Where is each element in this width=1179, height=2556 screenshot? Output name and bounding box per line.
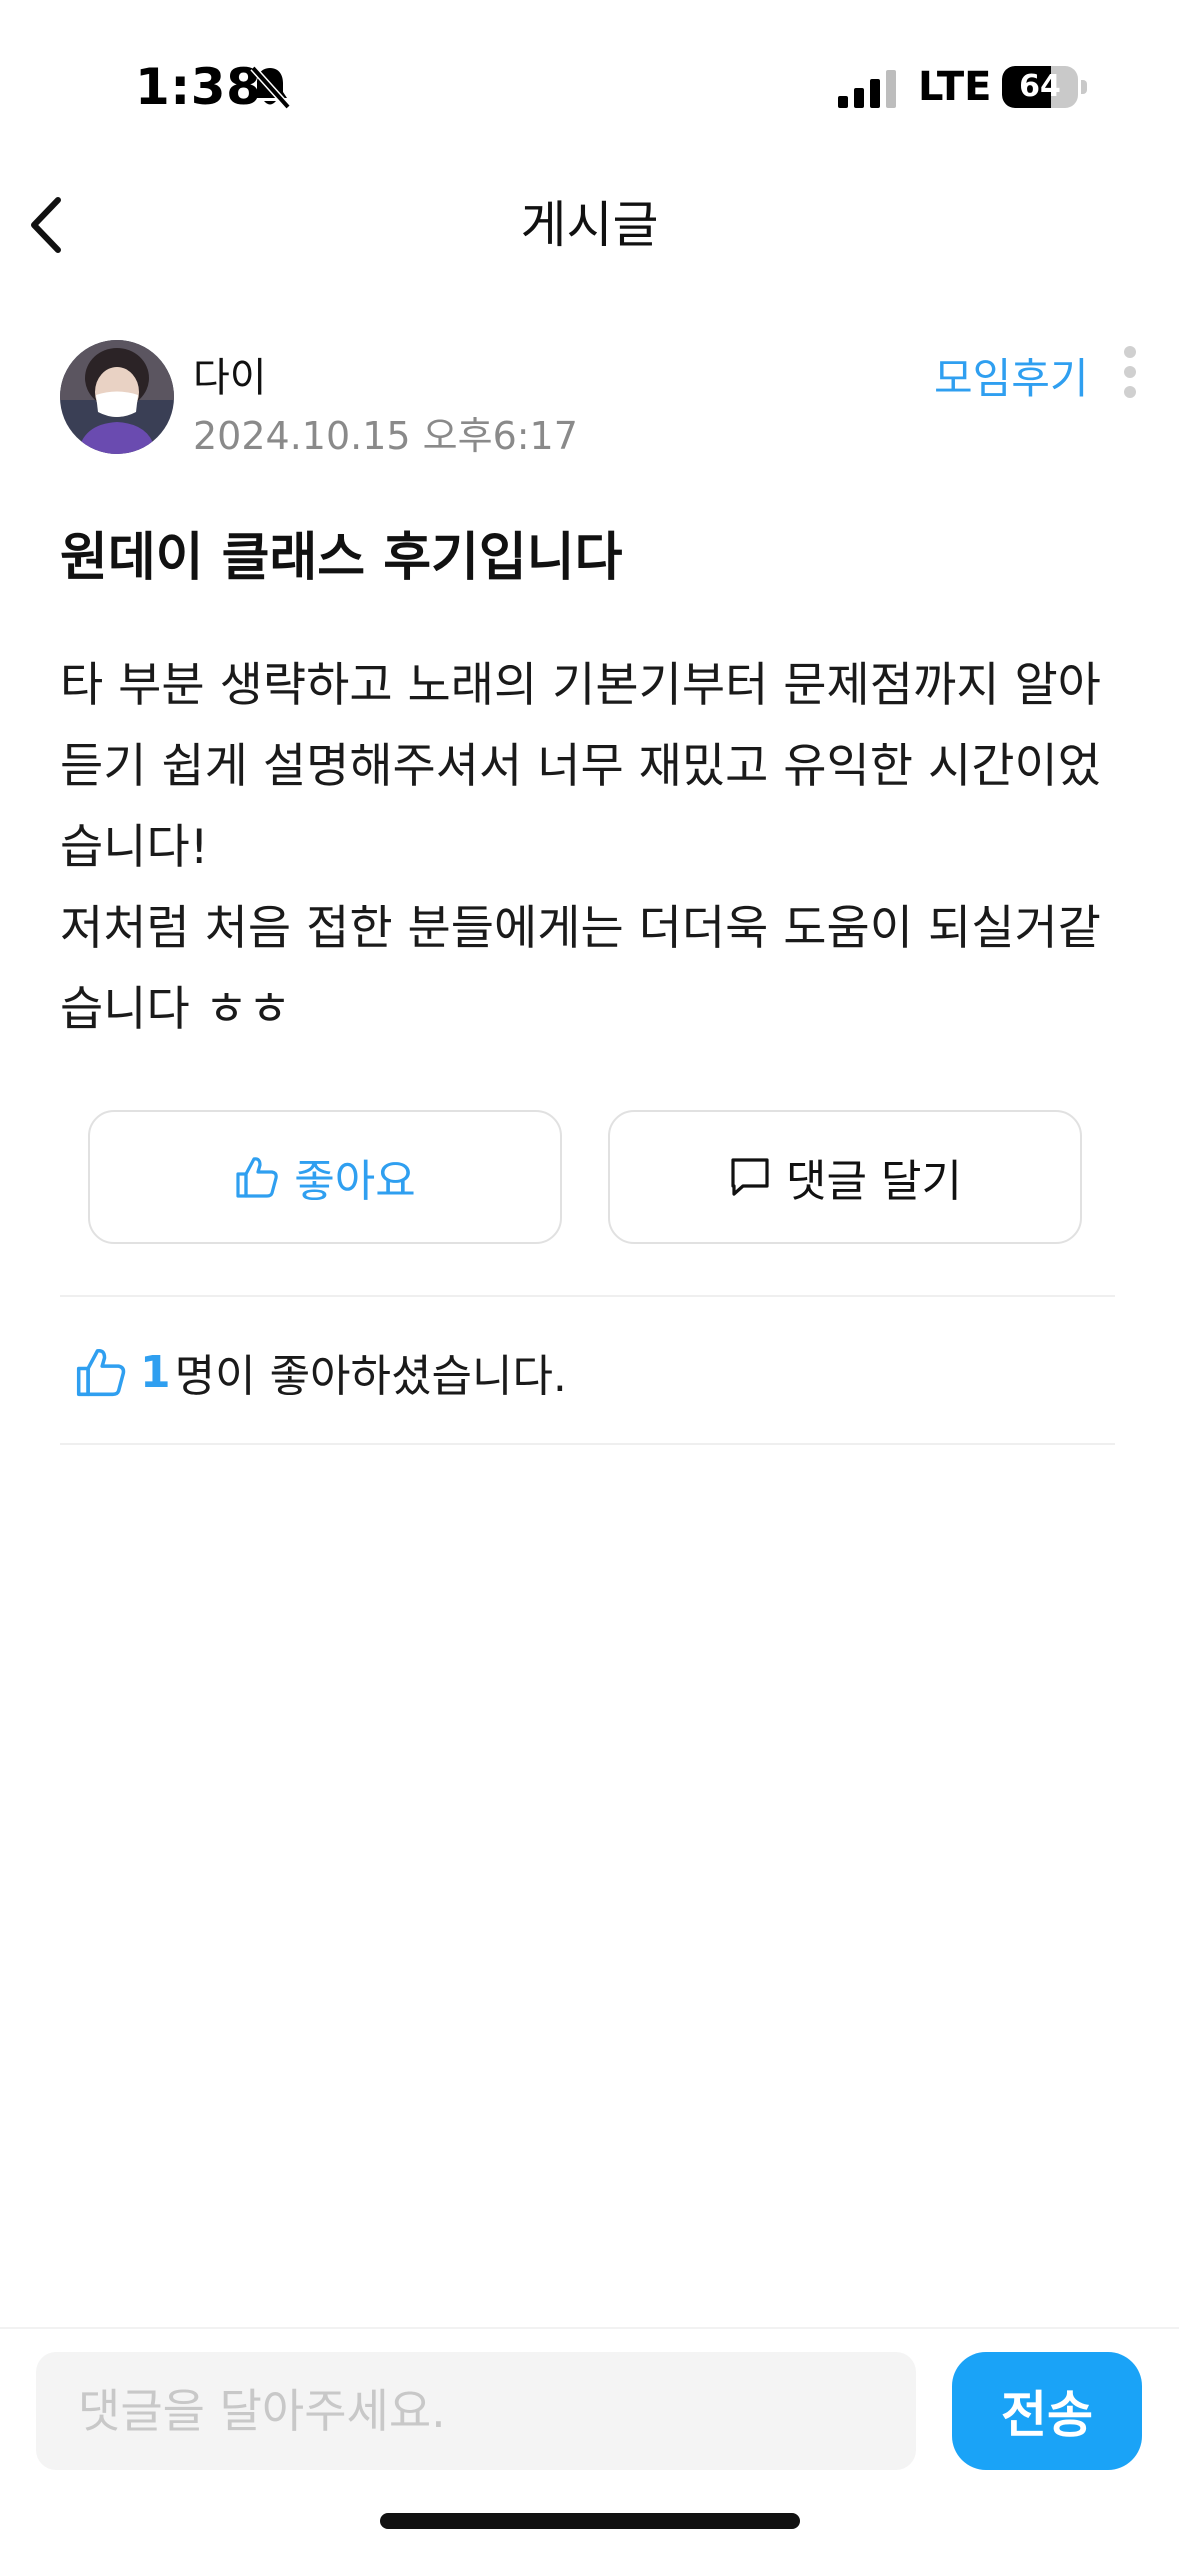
network-label: LTE bbox=[918, 64, 992, 110]
comment-bubble-icon bbox=[731, 1158, 769, 1196]
bell-slash-icon bbox=[250, 65, 291, 110]
battery-level: 64 bbox=[1019, 69, 1061, 104]
avatar[interactable] bbox=[60, 340, 174, 454]
status-time: 1:38 bbox=[135, 58, 262, 116]
author-name[interactable]: 다이 bbox=[193, 345, 267, 403]
status-bar: 1:38 LTE 64 bbox=[0, 0, 1179, 150]
post-detail-screen: 1:38 LTE 64 게시글 다이 2024.10.15 오후6:17 모임후… bbox=[0, 0, 1179, 2556]
post-date: 2024.10.15 오후6:17 bbox=[193, 414, 578, 458]
comment-bar-border bbox=[0, 2327, 1179, 2329]
divider bbox=[60, 1295, 1115, 1297]
send-button[interactable]: 전송 bbox=[952, 2352, 1142, 2470]
thumbs-up-icon bbox=[76, 1348, 126, 1397]
home-indicator bbox=[380, 2513, 800, 2529]
likes-summary[interactable]: 1 명이 좋아하셨습니다. bbox=[74, 1340, 567, 1404]
likes-count: 1 bbox=[140, 1346, 171, 1398]
like-button[interactable]: 좋아요 bbox=[88, 1110, 562, 1244]
post-body: 타 부분 생략하고 노래의 기본기부터 문제점까지 알아 듣기 쉽게 설명해주셔… bbox=[60, 658, 1101, 1037]
comment-input[interactable] bbox=[36, 2352, 916, 2470]
signal-icon bbox=[838, 70, 896, 108]
post-title: 원데이 클래스 후기입니다 bbox=[60, 528, 623, 588]
battery-icon: 64 bbox=[1002, 66, 1088, 108]
like-button-label: 좋아요 bbox=[294, 1156, 416, 1207]
comment-button-label: 댓글 달기 bbox=[786, 1156, 962, 1207]
category-link[interactable]: 모임후기 bbox=[934, 345, 1089, 406]
likes-text: 명이 좋아하셨습니다. bbox=[174, 1351, 567, 1402]
back-arrow-icon[interactable] bbox=[20, 190, 80, 260]
thumbs-up-icon bbox=[236, 1157, 279, 1198]
comment-button[interactable]: 댓글 달기 bbox=[608, 1110, 1082, 1244]
divider bbox=[60, 1443, 1115, 1445]
more-vertical-icon[interactable] bbox=[1118, 344, 1142, 400]
page-title: 게시글 bbox=[520, 196, 659, 254]
